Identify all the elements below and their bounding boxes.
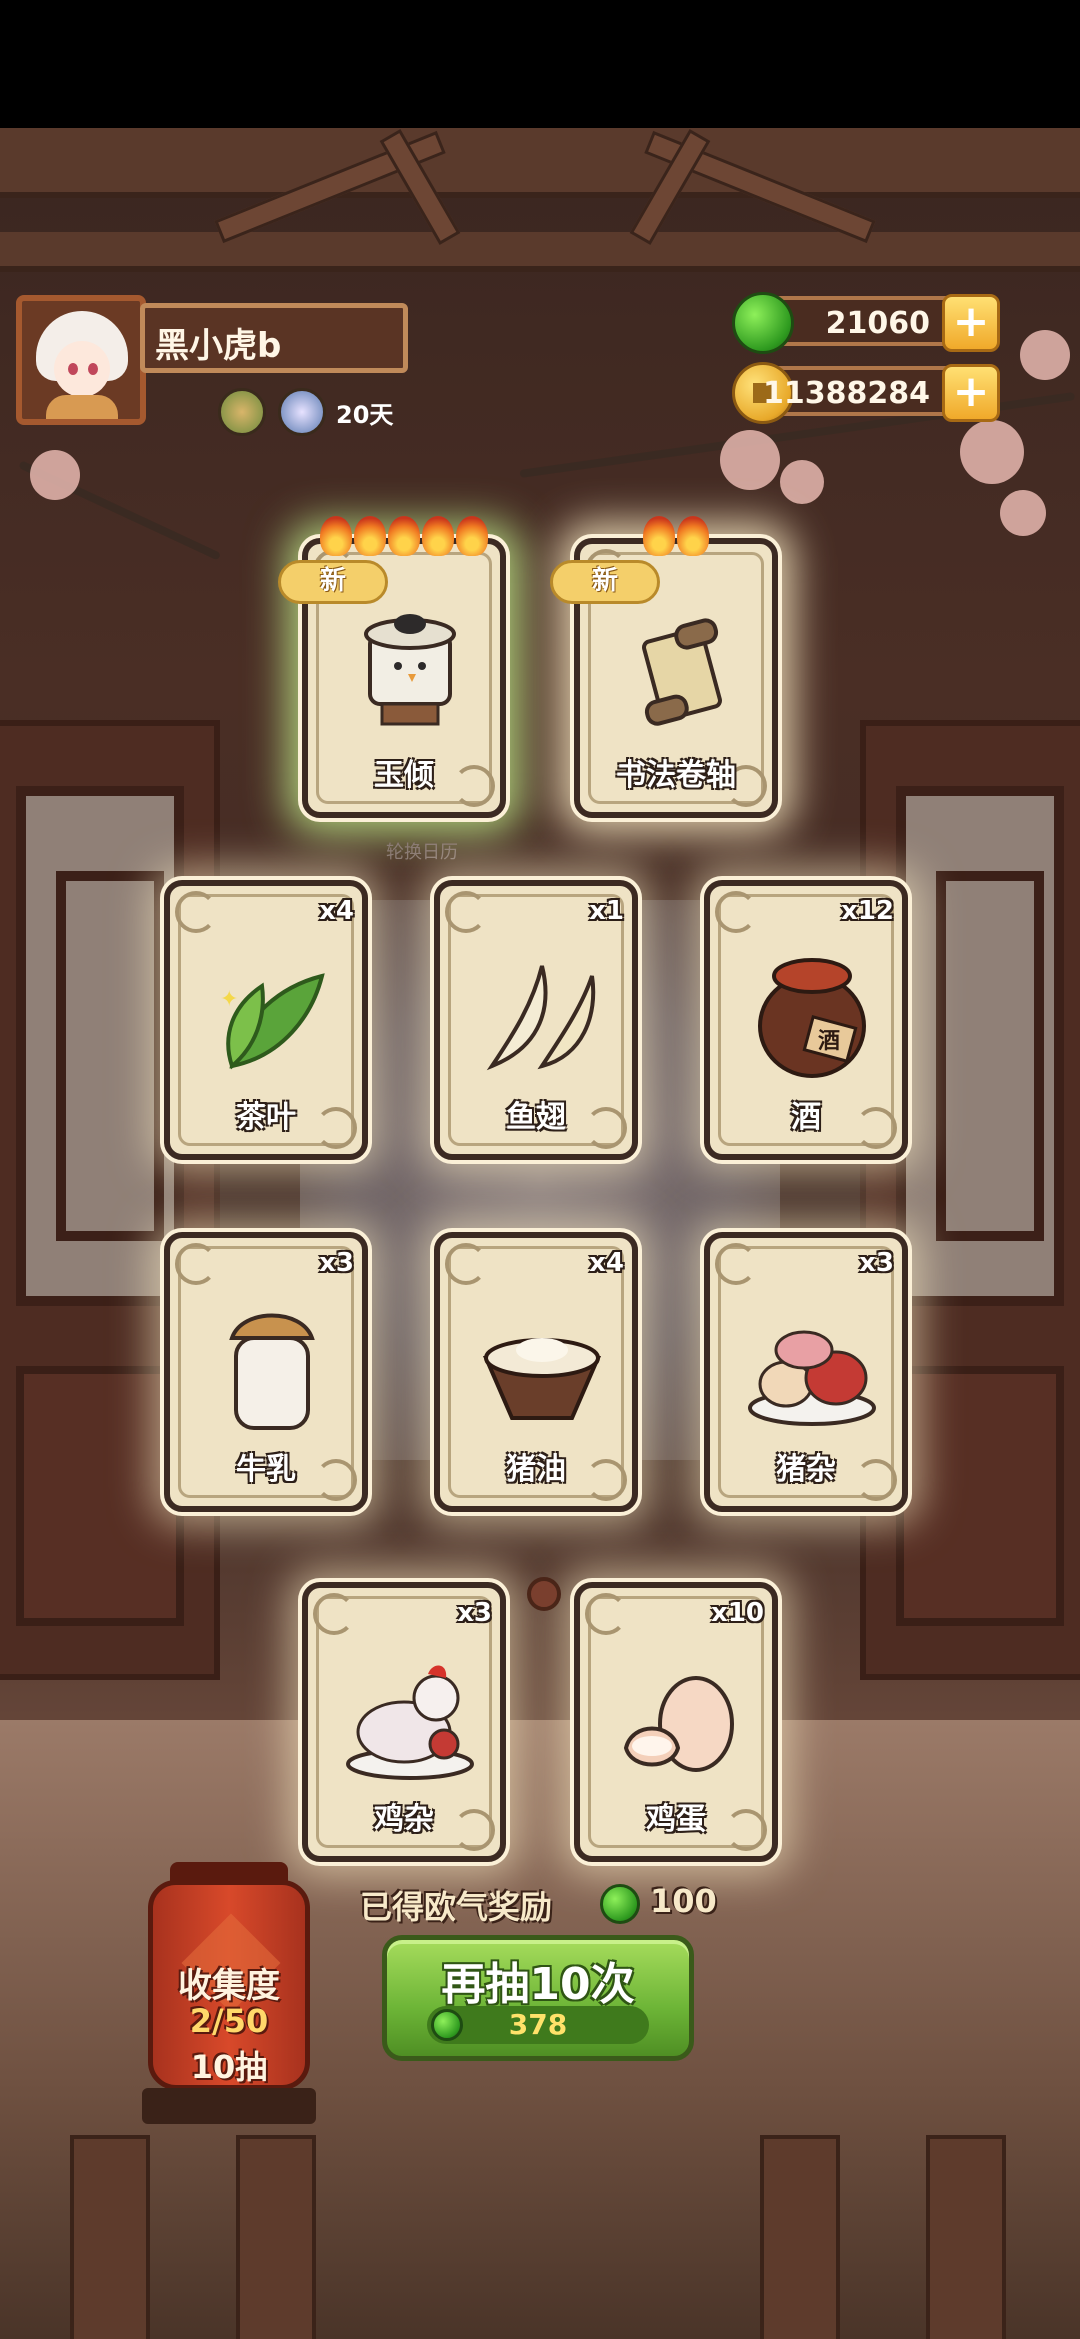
roof-beam [0, 128, 1080, 198]
roof-beam-lower [0, 232, 1080, 272]
card-label: 酒 [791, 1100, 821, 1135]
blossom [1000, 490, 1046, 536]
calendar-label: 轮换日历 [386, 842, 458, 863]
card-wine[interactable]: x12 酒 酒 [704, 880, 908, 1160]
draw-cost-bar: 378 [427, 2006, 649, 2044]
jade-cup-icon [364, 614, 456, 726]
days-counter: 20天 [336, 401, 394, 429]
new-badge: 新 [278, 560, 388, 604]
jade-currency: 21060 + [732, 292, 1000, 354]
card-chicken-offal[interactable]: x3 鸡杂 [302, 1582, 506, 1862]
card-label: 玉倾 [374, 758, 434, 793]
railing-post [760, 2135, 840, 2339]
coin-currency: 11388284 + [732, 362, 1000, 424]
blossom [780, 460, 824, 504]
railing-post [236, 2135, 316, 2339]
blossom [720, 430, 780, 490]
draw-again-button[interactable]: 再抽10次 378 [382, 1935, 694, 2061]
draw-cost: 378 [508, 2008, 568, 2041]
card-tea[interactable]: x4 ✦ 茶叶 [164, 880, 368, 1160]
card-featured[interactable]: 新 书法卷轴 [550, 516, 778, 818]
pork-offal-icon [748, 1330, 876, 1426]
card-featured[interactable]: 新 玉倾 [278, 516, 506, 818]
shark-fin-icon [486, 965, 596, 1071]
blossom [1020, 330, 1070, 380]
right-door [860, 720, 1080, 1680]
flower-ornament [527, 1577, 561, 1611]
game-screen: 黑小虎b 20天 21060 + 11388284 + 新 玉倾 新 书法卷轴 … [0, 0, 1080, 2339]
card-count: x1 [589, 896, 624, 926]
left-door [0, 720, 220, 1680]
card-shark-fin[interactable]: x1 鱼翅 [434, 880, 638, 1160]
name-plate: 黑小虎b [140, 303, 408, 373]
jade-value: 21060 [825, 306, 930, 341]
draw-button-label: 再抽10次 [441, 1959, 635, 2010]
card-label: 鸡蛋 [646, 1802, 706, 1837]
coin-value: 11388284 [763, 376, 930, 411]
add-jade-button[interactable]: + [942, 294, 1000, 352]
card-label: 牛乳 [236, 1452, 296, 1487]
status-bar [0, 0, 1080, 128]
card-count: x4 [589, 1248, 624, 1278]
add-coin-button[interactable]: + [942, 364, 1000, 422]
card-count: x12 [841, 896, 894, 926]
card-milk[interactable]: x3 牛乳 [164, 1232, 368, 1512]
reward-value: 100 [650, 1882, 717, 1920]
card-label: 茶叶 [236, 1100, 296, 1135]
card-egg[interactable]: x10 鸡蛋 [574, 1582, 778, 1862]
collection-progress: 2/50 [189, 2002, 269, 2040]
svg-text:✦: ✦ [220, 987, 238, 1012]
pet-icon[interactable] [218, 388, 266, 436]
egg-icon [623, 1676, 734, 1772]
card-count: x3 [319, 1248, 354, 1278]
scroll-icon [642, 618, 722, 726]
bowl-icon[interactable] [278, 388, 326, 436]
rarity-flames [308, 516, 500, 565]
jade-icon [732, 292, 794, 354]
card-count: x4 [319, 896, 354, 926]
collection-draws: 10抽 [190, 2048, 268, 2086]
card-count: x3 [859, 1248, 894, 1278]
avatar[interactable] [16, 295, 146, 425]
rarity-flames [580, 516, 772, 565]
jar-text: 酒 [818, 1029, 840, 1054]
card-label: 鱼翅 [506, 1100, 566, 1135]
reward-text: 已得欧气奖励 [360, 1888, 553, 1926]
lantern-stand [142, 2088, 316, 2124]
milk-jar-icon [229, 1313, 315, 1430]
jade-icon [600, 1884, 640, 1924]
card-pork-offal[interactable]: x3 猪杂 [704, 1232, 908, 1512]
card-count: x10 [711, 1598, 764, 1628]
blossom [960, 420, 1024, 484]
railing-post [70, 2135, 150, 2339]
card-label: 猪杂 [776, 1452, 836, 1487]
card-count: x3 [457, 1598, 492, 1628]
wine-jar-icon: 酒 [758, 958, 866, 1078]
railing-post [926, 2135, 1006, 2339]
card-label: 书法卷轴 [616, 758, 736, 793]
card-label: 猪油 [506, 1452, 566, 1487]
lard-bowl-icon [482, 1338, 602, 1420]
blossom [30, 450, 80, 500]
player-name: 黑小虎b [155, 326, 282, 366]
tea-leaf-icon: ✦ [220, 973, 325, 1070]
chicken-offal-icon [346, 1665, 474, 1780]
new-badge: 新 [550, 560, 660, 604]
card-lard[interactable]: x4 猪油 [434, 1232, 638, 1512]
collection-title: 收集度 [178, 1966, 280, 2006]
card-label: 鸡杂 [374, 1802, 434, 1837]
